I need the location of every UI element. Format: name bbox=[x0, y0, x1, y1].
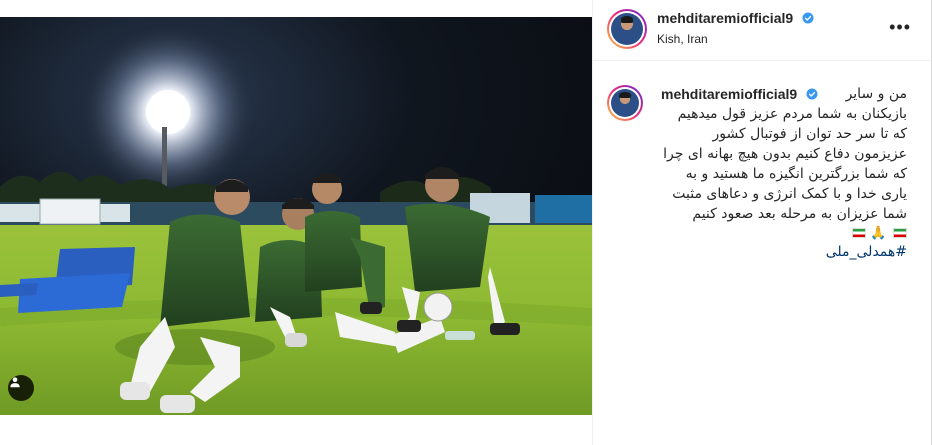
caption-line: عزیزمون دفاع کنیم بدون هیچ بهانه ای چرا bbox=[663, 146, 907, 162]
more-options-button[interactable]: ••• bbox=[889, 18, 911, 36]
caption-line: که شما بزرگترین انگیزه ما هستید و به bbox=[685, 166, 907, 182]
iran-flag-icon bbox=[851, 228, 866, 238]
caption-text: بازیکنان به شما مردم عزیز قول میدهیم که … bbox=[661, 104, 907, 262]
post-photo[interactable] bbox=[0, 17, 592, 415]
user-tag-icon bbox=[10, 377, 20, 388]
caption-username[interactable]: mehditaremiofficial9 bbox=[661, 86, 797, 102]
caption-author-avatar[interactable] bbox=[607, 85, 643, 121]
post-header: mehditaremiofficial9 Kish, Iran ••• bbox=[593, 0, 931, 61]
author-avatar[interactable] bbox=[607, 9, 647, 49]
instagram-post: mehditaremiofficial9 Kish, Iran ••• mehd… bbox=[0, 0, 932, 445]
caption-first-line: من و سایر bbox=[845, 86, 907, 102]
caption-line: شما عزیزان به مرحله بعد صعود کنیم bbox=[692, 206, 907, 222]
profile-photo bbox=[611, 89, 639, 117]
caption-line: که تا سر حد توان از فوتبال کشور bbox=[712, 126, 907, 142]
more-horizontal-icon: ••• bbox=[889, 17, 911, 37]
caption-line: یاری خدا و با کمک انرژی و دعاهای مثبت bbox=[672, 186, 907, 202]
verified-badge-icon bbox=[806, 88, 818, 100]
iran-flag-icon bbox=[893, 228, 907, 238]
user-tag-button[interactable] bbox=[8, 375, 34, 401]
hashtag-link[interactable]: #همدلی_ملی bbox=[826, 244, 907, 260]
verified-badge-icon bbox=[802, 12, 814, 24]
author-username[interactable]: mehditaremiofficial9 bbox=[657, 10, 793, 26]
praying-hands-emoji: 🙏 bbox=[870, 226, 887, 241]
post-side-panel: mehditaremiofficial9 Kish, Iran ••• mehd… bbox=[592, 0, 931, 445]
caption-line: بازیکنان به شما مردم عزیز قول میدهیم bbox=[677, 106, 907, 122]
profile-photo bbox=[611, 13, 643, 45]
caption-emoji-row: 🙏 bbox=[661, 224, 907, 242]
caption: mehditaremiofficial9 من و سایر بازیکنان … bbox=[593, 61, 931, 262]
post-location[interactable]: Kish, Iran bbox=[657, 32, 814, 46]
team-photo-illustration bbox=[0, 17, 592, 415]
